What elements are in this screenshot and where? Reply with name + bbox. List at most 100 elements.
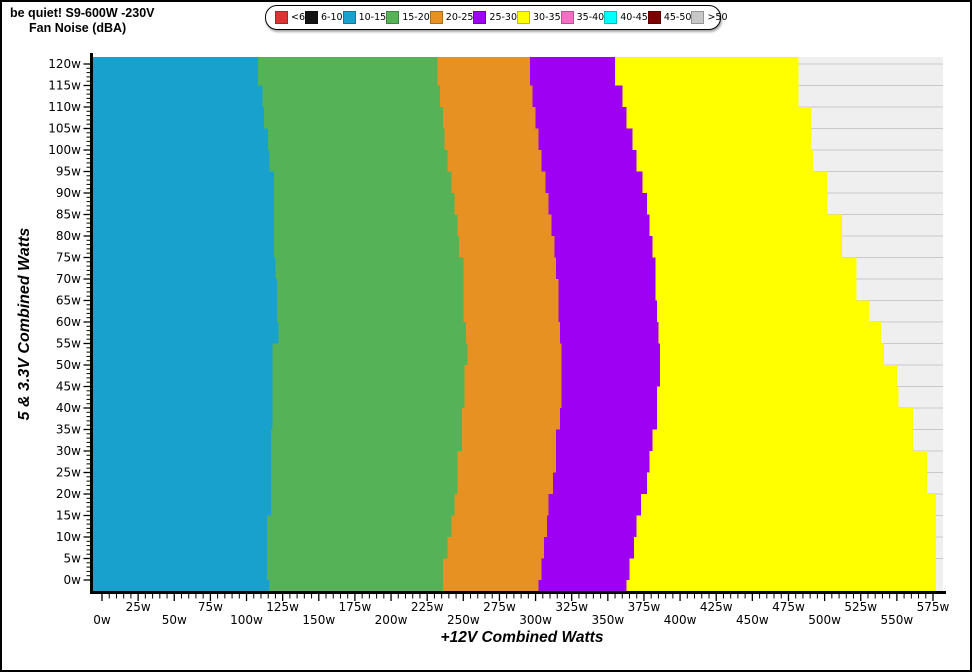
y-tick-label: 75w bbox=[56, 251, 81, 265]
legend-item: 25-30 bbox=[473, 11, 517, 24]
legend-label: <6 bbox=[291, 12, 305, 23]
noise-band-segment-20-25dBA bbox=[458, 451, 556, 473]
noise-band-segment-25-30dBA bbox=[549, 193, 647, 215]
noise-band-segment-25-30dBA bbox=[530, 57, 615, 86]
y-tick-label: 20w bbox=[56, 487, 81, 501]
noise-band-segment-10-15dBA bbox=[93, 150, 270, 172]
noise-band-segment-25-30dBA bbox=[559, 279, 656, 301]
noise-band-segment-20-25dBA bbox=[463, 279, 558, 301]
noise-band-segment-30-35dBA bbox=[658, 322, 881, 344]
noise-band-segment-25-30dBA bbox=[562, 365, 660, 387]
noise-band-segment-30-35dBA bbox=[653, 236, 842, 258]
x-tick-label: 225w bbox=[411, 600, 444, 614]
fan-noise-map-chart: 0w5w10w15w20w25w30w35w40w45w50w55w60w65w… bbox=[2, 2, 972, 672]
noise-band-segment-15-20dBA bbox=[273, 408, 462, 430]
y-tick-label: 0w bbox=[64, 573, 82, 587]
noise-band-segment-15-20dBA bbox=[258, 57, 437, 86]
x-tick-label: 550w bbox=[881, 613, 914, 627]
x-tick-label: 325w bbox=[555, 600, 588, 614]
legend-label: 6-10 bbox=[321, 12, 343, 23]
noise-band-segment-25-30dBA bbox=[560, 322, 658, 344]
noise-band-legend: <66-1010-1515-2020-2525-3030-3535-4040-4… bbox=[265, 5, 721, 30]
y-tick-label: 85w bbox=[56, 208, 81, 222]
noise-band-segment-20-25dBA bbox=[440, 86, 532, 108]
noise-band-segment-30-35dBA bbox=[622, 86, 798, 108]
y-tick-label: 50w bbox=[56, 358, 81, 372]
y-tick-label: 100w bbox=[48, 143, 81, 157]
legend-swatch-icon bbox=[305, 11, 318, 24]
x-axis-title: +12V Combined Watts bbox=[441, 629, 604, 646]
noise-band-segment-20-25dBA bbox=[463, 301, 558, 323]
noise-band-segment-25-30dBA bbox=[544, 537, 634, 559]
noise-band-segment-20-25dBA bbox=[459, 236, 554, 258]
noise-band-segment-10-15dBA bbox=[93, 451, 271, 473]
noise-band-segment-20-25dBA bbox=[458, 215, 552, 237]
noise-band-segment-30-35dBA bbox=[660, 365, 897, 387]
noise-band-segment-15-20dBA bbox=[273, 344, 468, 366]
legend-label: >50 bbox=[707, 12, 727, 23]
legend-swatch-icon bbox=[386, 11, 399, 24]
noise-band-segment-30-35dBA bbox=[634, 537, 936, 559]
noise-band-segment-10-15dBA bbox=[93, 537, 267, 559]
y-axis-title: 5 & 3.3V Combined Watts bbox=[16, 228, 33, 421]
noise-band-segment-30-35dBA bbox=[647, 473, 927, 495]
noise-band-segment-10-15dBA bbox=[93, 301, 277, 323]
noise-band-segment-25-30dBA bbox=[541, 559, 629, 581]
noise-band-segment-10-15dBA bbox=[93, 322, 278, 344]
noise-band-segment-25-30dBA bbox=[556, 451, 650, 473]
x-tick-label: 525w bbox=[844, 600, 877, 614]
noise-band-segment-30-35dBA bbox=[641, 494, 936, 516]
y-tick-label: 95w bbox=[56, 165, 81, 179]
noise-band-segment-15-20dBA bbox=[273, 387, 465, 409]
noise-band-segment-10-15dBA bbox=[93, 473, 271, 495]
noise-band-segment-20-25dBA bbox=[468, 344, 562, 366]
legend-label: 30-35 bbox=[533, 12, 561, 23]
noise-band-segment-25-30dBA bbox=[554, 236, 652, 258]
chart-title-line1: be quiet! S9-600W -230V bbox=[10, 6, 155, 21]
legend-item: 35-40 bbox=[561, 11, 605, 24]
legend-swatch-icon bbox=[517, 11, 530, 24]
x-tick-label: 450w bbox=[736, 613, 769, 627]
noise-band-segment-30-35dBA bbox=[650, 451, 927, 473]
y-tick-label: 25w bbox=[56, 466, 81, 480]
noise-band-segment-20-25dBA bbox=[465, 365, 562, 387]
noise-band-segment-25-30dBA bbox=[547, 516, 637, 538]
noise-band-segment-30-35dBA bbox=[656, 258, 857, 280]
noise-band-segment-25-30dBA bbox=[538, 129, 632, 151]
x-tick-label: 175w bbox=[339, 600, 372, 614]
noise-band-segment-25-30dBA bbox=[562, 344, 660, 366]
noise-band-segment-25-30dBA bbox=[538, 580, 626, 591]
noise-band-segment-20-25dBA bbox=[437, 57, 529, 86]
noise-band-segment-25-30dBA bbox=[562, 387, 657, 409]
noise-band-segment-15-20dBA bbox=[277, 301, 463, 323]
noise-band-segment-15-20dBA bbox=[278, 322, 466, 344]
noise-band-segment-30-35dBA bbox=[632, 129, 811, 151]
legend-swatch-icon bbox=[275, 11, 288, 24]
noise-band-segment-20-25dBA bbox=[447, 537, 544, 559]
noise-band-segment-15-20dBA bbox=[262, 86, 440, 108]
y-tick-label: 70w bbox=[56, 272, 81, 286]
y-tick-label: 10w bbox=[56, 530, 81, 544]
noise-band-segment-30-35dBA bbox=[637, 516, 936, 538]
legend-swatch-icon bbox=[473, 11, 486, 24]
noise-band-segment-30-35dBA bbox=[627, 107, 812, 129]
noise-band-segment-25-30dBA bbox=[556, 258, 656, 280]
noise-band-segment-20-25dBA bbox=[466, 322, 560, 344]
noise-band-segment-25-30dBA bbox=[541, 150, 636, 172]
y-tick-label: 110w bbox=[48, 100, 81, 114]
noise-band-segment-10-15dBA bbox=[93, 57, 258, 86]
y-tick-label: 40w bbox=[56, 401, 81, 415]
noise-band-segment-20-25dBA bbox=[443, 559, 541, 581]
y-tick-label: 45w bbox=[56, 380, 81, 394]
noise-band-segment-10-15dBA bbox=[93, 494, 271, 516]
noise-band-segment-20-25dBA bbox=[455, 193, 549, 215]
legend-swatch-icon bbox=[691, 11, 704, 24]
noise-band-segment-10-15dBA bbox=[93, 193, 274, 215]
y-tick-label: 55w bbox=[56, 337, 81, 351]
x-tick-label: 575w bbox=[917, 600, 950, 614]
noise-band-segment-25-30dBA bbox=[533, 86, 623, 108]
x-tick-label: 250w bbox=[447, 613, 480, 627]
x-tick-label: 275w bbox=[483, 600, 516, 614]
x-tick-label: 125w bbox=[266, 600, 299, 614]
x-tick-label: 0w bbox=[93, 613, 111, 627]
